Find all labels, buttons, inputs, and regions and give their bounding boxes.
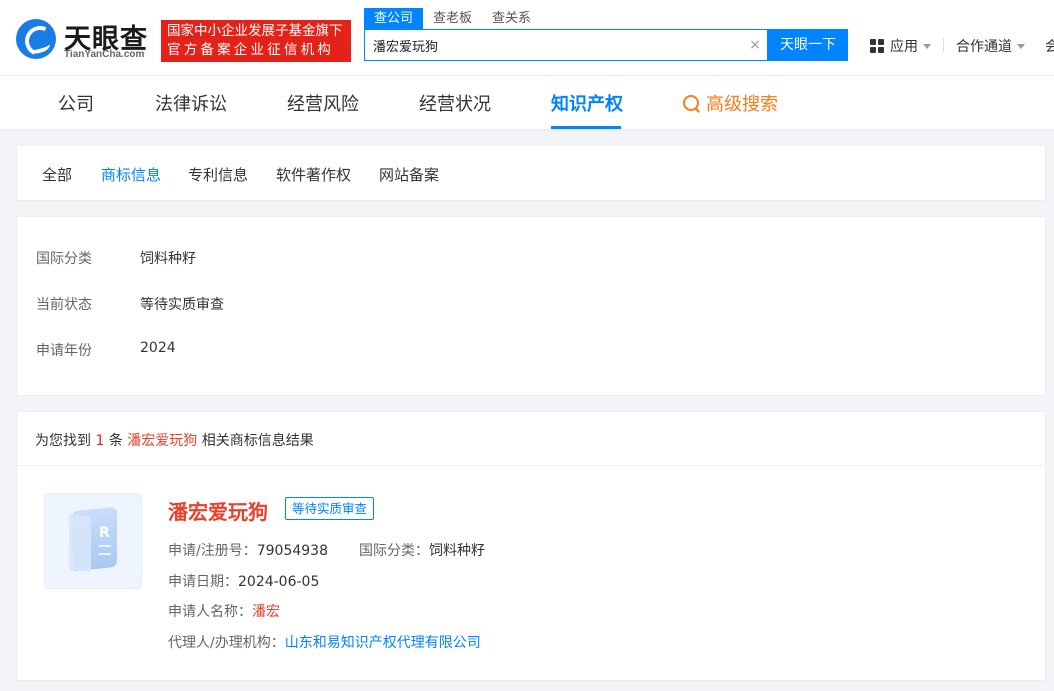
nav-company[interactable]: 公司	[58, 90, 94, 116]
chevron-down-icon	[1017, 43, 1025, 49]
ip-subtabs: 全部 商标信息 专利信息 软件著作权 网站备案	[16, 145, 1046, 201]
subtab-patent[interactable]: 专利信息	[188, 164, 248, 185]
gov-badge: 国家中小企业发展子基金旗下 官方备案企业征信机构	[161, 20, 351, 62]
nav-ip[interactable]: 知识产权	[551, 90, 623, 116]
grid-icon	[870, 39, 884, 53]
trademark-name[interactable]: 潘宏爱玩狗	[168, 496, 268, 525]
filter-panel: 国际分类 饲料种籽 当前状态 等待实质审查 申请年份 2024	[16, 216, 1046, 396]
reg-number-value: 79054938	[256, 543, 328, 559]
top-header: 天眼查 TianYanCha.com 国家中小企业发展子基金旗下 官方备案企业征…	[0, 0, 1054, 76]
active-nav-indicator	[551, 126, 621, 129]
subtab-website-filing[interactable]: 网站备案	[379, 164, 439, 185]
tianyancha-logo-icon[interactable]	[16, 19, 56, 59]
results-header: 为您找到 1 条 潘宏爱玩狗 相关商标信息结果	[17, 412, 1045, 466]
subtab-software-copyright[interactable]: 软件著作权	[276, 164, 351, 185]
search-tab-relation[interactable]: 查关系	[482, 8, 541, 29]
results-count: 1	[95, 433, 105, 449]
trademark-image[interactable]: R	[44, 493, 142, 589]
agent-row: 代理人/办理机构：山东和易知识产权代理有限公司	[168, 632, 481, 652]
status-badge: 等待实质审查	[285, 497, 375, 520]
brand-domain: TianYanCha.com	[64, 49, 145, 60]
filter-value-status[interactable]: 等待实质审查	[140, 294, 224, 314]
gov-badge-line1: 国家中小企业发展子基金旗下	[167, 23, 343, 39]
subtab-trademark[interactable]: 商标信息	[101, 164, 161, 185]
class-label: 国际分类：	[359, 543, 429, 559]
apps-menu[interactable]: 应用	[870, 36, 931, 56]
apps-label: 应用	[890, 39, 918, 55]
search-icon	[683, 94, 700, 112]
main-nav: 公司 法律诉讼 经营风险 经营状况 知识产权 高级搜索	[0, 76, 1054, 129]
nav-risk[interactable]: 经营风险	[287, 90, 359, 116]
nav-operation[interactable]: 经营状况	[419, 90, 491, 116]
filter-label-year: 申请年份	[36, 343, 92, 359]
partner-menu[interactable]: 合作通道	[956, 36, 1025, 56]
search-tab-company[interactable]: 查公司	[364, 8, 424, 29]
advanced-search-label: 高级搜索	[706, 94, 778, 115]
member-link[interactable]: 会	[1045, 36, 1054, 56]
search-button[interactable]: 天眼一下	[768, 29, 848, 61]
applicant-link[interactable]: 潘宏	[252, 604, 280, 620]
results-unit: 条	[108, 433, 123, 449]
subtab-all[interactable]: 全部	[42, 164, 72, 185]
apply-date-label: 申请日期：	[168, 574, 238, 590]
results-prefix: 为您找到	[35, 433, 91, 449]
class-row: 国际分类：饲料种籽	[359, 540, 485, 560]
reg-number-row: 申请/注册号：79054938	[168, 540, 328, 560]
applicant-row: 申请人名称：潘宏	[168, 601, 280, 621]
filter-label-class: 国际分类	[36, 251, 92, 267]
applicant-label: 申请人名称：	[168, 604, 252, 620]
clear-icon[interactable]: ×	[747, 37, 763, 53]
results-keyword: 潘宏爱玩狗	[127, 433, 198, 449]
filter-value-class[interactable]: 饲料种籽	[140, 248, 196, 268]
partner-label: 合作通道	[956, 39, 1012, 55]
agent-label: 代理人/办理机构：	[168, 635, 285, 651]
chevron-down-icon	[923, 43, 931, 49]
book-icon: R	[69, 506, 119, 573]
header-divider	[943, 38, 944, 52]
nav-legal[interactable]: 法律诉讼	[155, 90, 227, 116]
search-tab-boss[interactable]: 查老板	[423, 8, 482, 29]
search-type-tabs: 查公司 查老板 查关系	[364, 8, 541, 29]
gov-badge-line2: 官方备案企业征信机构	[167, 42, 334, 58]
apply-date-value: 2024-06-05	[238, 574, 320, 590]
search-input[interactable]	[373, 30, 743, 60]
filter-value-year[interactable]: 2024	[140, 340, 176, 356]
search-box: ×	[364, 29, 768, 61]
class-value: 饲料种籽	[429, 543, 485, 559]
filter-label-status: 当前状态	[36, 297, 92, 313]
results-suffix: 相关商标信息结果	[201, 433, 314, 449]
reg-number-label: 申请/注册号：	[168, 543, 257, 559]
advanced-search-link[interactable]: 高级搜索	[683, 90, 778, 116]
apply-date-row: 申请日期：2024-06-05	[168, 571, 319, 591]
results-panel: 为您找到 1 条 潘宏爱玩狗 相关商标信息结果 R 潘宏爱玩狗 等待实质审查 申…	[16, 411, 1046, 681]
results-summary: 为您找到 1 条 潘宏爱玩狗 相关商标信息结果	[35, 430, 314, 450]
agent-link[interactable]: 山东和易知识产权代理有限公司	[285, 635, 481, 651]
